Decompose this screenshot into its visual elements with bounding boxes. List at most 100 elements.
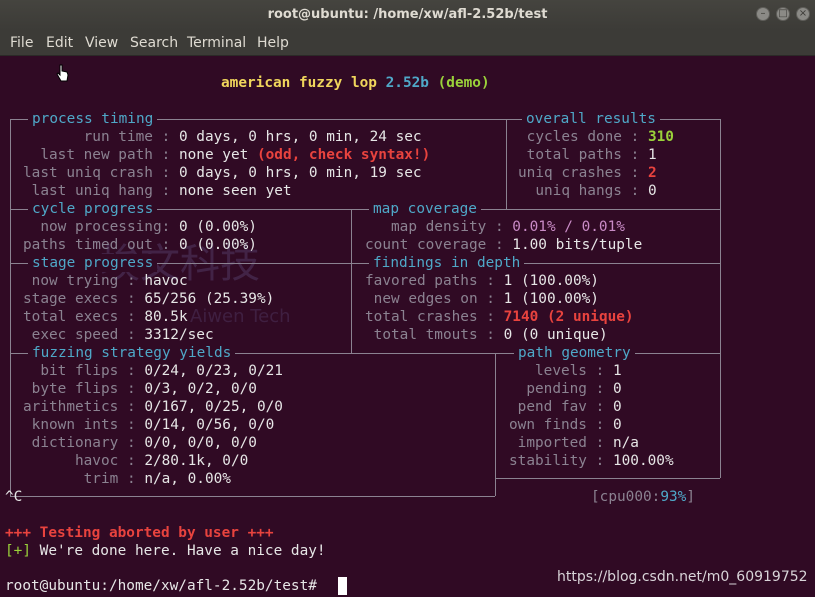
done-text: We're done here. Have a nice day! — [31, 543, 326, 559]
stat-row: stage execs : 65/256 (25.39%) — [23, 291, 275, 307]
stat-row: arithmetics : 0/167, 0/25, 0/0 — [23, 399, 283, 415]
stat-value: 0 (0.00%) — [178, 237, 257, 253]
stat-row: havoc : 2/80.1k, 0/0 — [23, 453, 249, 469]
terminal-area[interactable]: 埃文科技 Aiwen Tech american fuzzy lop 2.52b… — [0, 56, 815, 597]
stat-label: trim — [23, 471, 119, 487]
stat-value: 1.00 bits/tuple — [512, 237, 643, 253]
divider — [10, 119, 11, 496]
stat-label: imported — [509, 435, 587, 451]
stat-value: none seen yet — [178, 183, 292, 199]
stat-row: total execs : 80.5k — [23, 309, 188, 325]
minimize-button[interactable]: – — [756, 7, 770, 21]
stat-row: known ints : 0/14, 0/56, 0/0 — [23, 417, 275, 433]
stat-row: new edges on : 1 (100.00%) — [365, 291, 599, 307]
banner: american fuzzy lop 2.52b (demo) — [221, 74, 490, 92]
stat-value: none yet — [178, 147, 257, 163]
stat-row: exec speed : 3312/sec — [23, 327, 214, 343]
watermark-logo-text: Aiwen Tech — [190, 306, 291, 327]
cpu-label: [cpu000: — [591, 489, 661, 505]
stat-row: trim : n/a, 0.00% — [23, 471, 231, 487]
close-button[interactable]: × — [796, 7, 810, 21]
stat-row: uniq hangs : 0 — [518, 183, 657, 199]
header-map-coverage: map coverage — [369, 200, 481, 218]
stat-label: total crashes — [365, 309, 478, 325]
stat-value: 2 — [647, 165, 657, 181]
maximize-button[interactable]: □ — [776, 7, 790, 21]
stat-label: known ints — [23, 417, 119, 433]
menu-terminal[interactable]: Terminal — [187, 35, 246, 51]
stat-row: last new path : none yet (odd, check syn… — [23, 147, 431, 163]
menu-help[interactable]: Help — [257, 35, 289, 51]
stat-value: 0 days, 0 hrs, 0 min, 19 sec — [178, 165, 422, 181]
menu-file[interactable]: File — [10, 35, 33, 51]
stat-row: total tmouts : 0 (0 unique) — [365, 327, 608, 343]
stat-row: stability : 100.00% — [509, 453, 674, 469]
stat-value: 65/256 (25.39%) — [144, 291, 275, 307]
stat-label: exec speed — [23, 327, 119, 343]
stat-row: total paths : 1 — [526, 147, 657, 163]
stat-label: byte flips — [23, 381, 119, 397]
stat-value: n/a, 0.00% — [144, 471, 231, 487]
stat-row: total crashes : 7140 (2 unique) — [365, 309, 634, 325]
header-stage-progress: stage progress — [28, 254, 158, 272]
stat-row: paths timed out : 0 (0.00%) — [23, 237, 257, 253]
menu-edit[interactable]: Edit — [46, 35, 73, 51]
stat-label: cycles done — [526, 129, 622, 145]
done-tag: [+] — [5, 543, 31, 559]
stat-value: havoc — [144, 273, 188, 289]
hand-pointer-icon — [56, 64, 69, 82]
stat-value: 1 — [612, 363, 622, 379]
banner-tag: (demo) — [437, 75, 490, 91]
divider — [10, 496, 495, 497]
divider — [506, 119, 507, 209]
stat-value: 0 (0.00%) — [178, 219, 257, 235]
stat-value: 1 (100.00%) — [503, 273, 599, 289]
stat-value: 0/14, 0/56, 0/0 — [144, 417, 275, 433]
stat-label: levels — [509, 363, 587, 379]
stat-label: uniq crashes — [518, 165, 622, 181]
stat-label: paths timed out — [23, 237, 153, 253]
stat-value: 0 — [612, 399, 622, 415]
stat-value: 0 (0 unique) — [503, 327, 608, 343]
stat-label: last new path — [23, 147, 153, 163]
stat-value: 80.5k — [144, 309, 188, 325]
banner-app: american fuzzy lop — [221, 75, 377, 91]
divider — [495, 478, 720, 479]
aborted-message: +++ Testing aborted by user +++ — [5, 525, 274, 541]
stat-label: run time — [23, 129, 153, 145]
menu-view[interactable]: View — [85, 35, 118, 51]
stat-value: 0/24, 0/23, 0/21 — [144, 363, 283, 379]
stat-label: last uniq hang — [23, 183, 153, 199]
stat-label: stability — [509, 453, 587, 469]
stat-label: own finds — [509, 417, 587, 433]
stat-row: bit flips : 0/24, 0/23, 0/21 — [23, 363, 283, 379]
header-overall-results: overall results — [522, 110, 660, 128]
text-cursor — [338, 577, 347, 595]
stat-value: 0/3, 0/2, 0/0 — [144, 381, 257, 397]
stat-value: 310 — [647, 129, 674, 145]
warning-text: (odd, check syntax!) — [256, 147, 431, 163]
stat-row: map density : 0.01% / 0.01% — [365, 219, 625, 235]
stat-row: levels : 1 — [509, 363, 622, 379]
stat-label: dictionary — [23, 435, 119, 451]
stat-label: stage execs — [23, 291, 119, 307]
stat-value: 0 — [612, 417, 622, 433]
stat-row: uniq crashes : 2 — [518, 165, 657, 181]
stat-value: 0 days, 0 hrs, 0 min, 24 sec — [178, 129, 422, 145]
stat-label: total execs — [23, 309, 119, 325]
stat-label: havoc — [23, 453, 119, 469]
stat-row: now trying : havoc — [23, 273, 188, 289]
stat-value: 7140 (2 unique) — [503, 309, 634, 325]
stat-value: 3312/sec — [144, 327, 214, 343]
stat-row: cycles done : 310 — [526, 129, 674, 145]
shell-prompt: root@ubuntu:/home/xw/afl-2.52b/test# — [5, 578, 326, 594]
menu-search[interactable]: Search — [130, 35, 178, 51]
stat-row: now processing: 0 (0.00%) — [23, 219, 257, 235]
stat-row: dictionary : 0/0, 0/0, 0/0 — [23, 435, 257, 451]
stat-value: 0 — [647, 183, 657, 199]
stat-label: arithmetics — [23, 399, 119, 415]
stat-value: 0 — [612, 381, 622, 397]
stat-row: run time : 0 days, 0 hrs, 0 min, 24 sec — [23, 129, 422, 145]
stat-value: 0/167, 0/25, 0/0 — [144, 399, 283, 415]
title-bar[interactable]: root@ubuntu: /home/xw/afl-2.52b/test – □… — [0, 0, 815, 30]
